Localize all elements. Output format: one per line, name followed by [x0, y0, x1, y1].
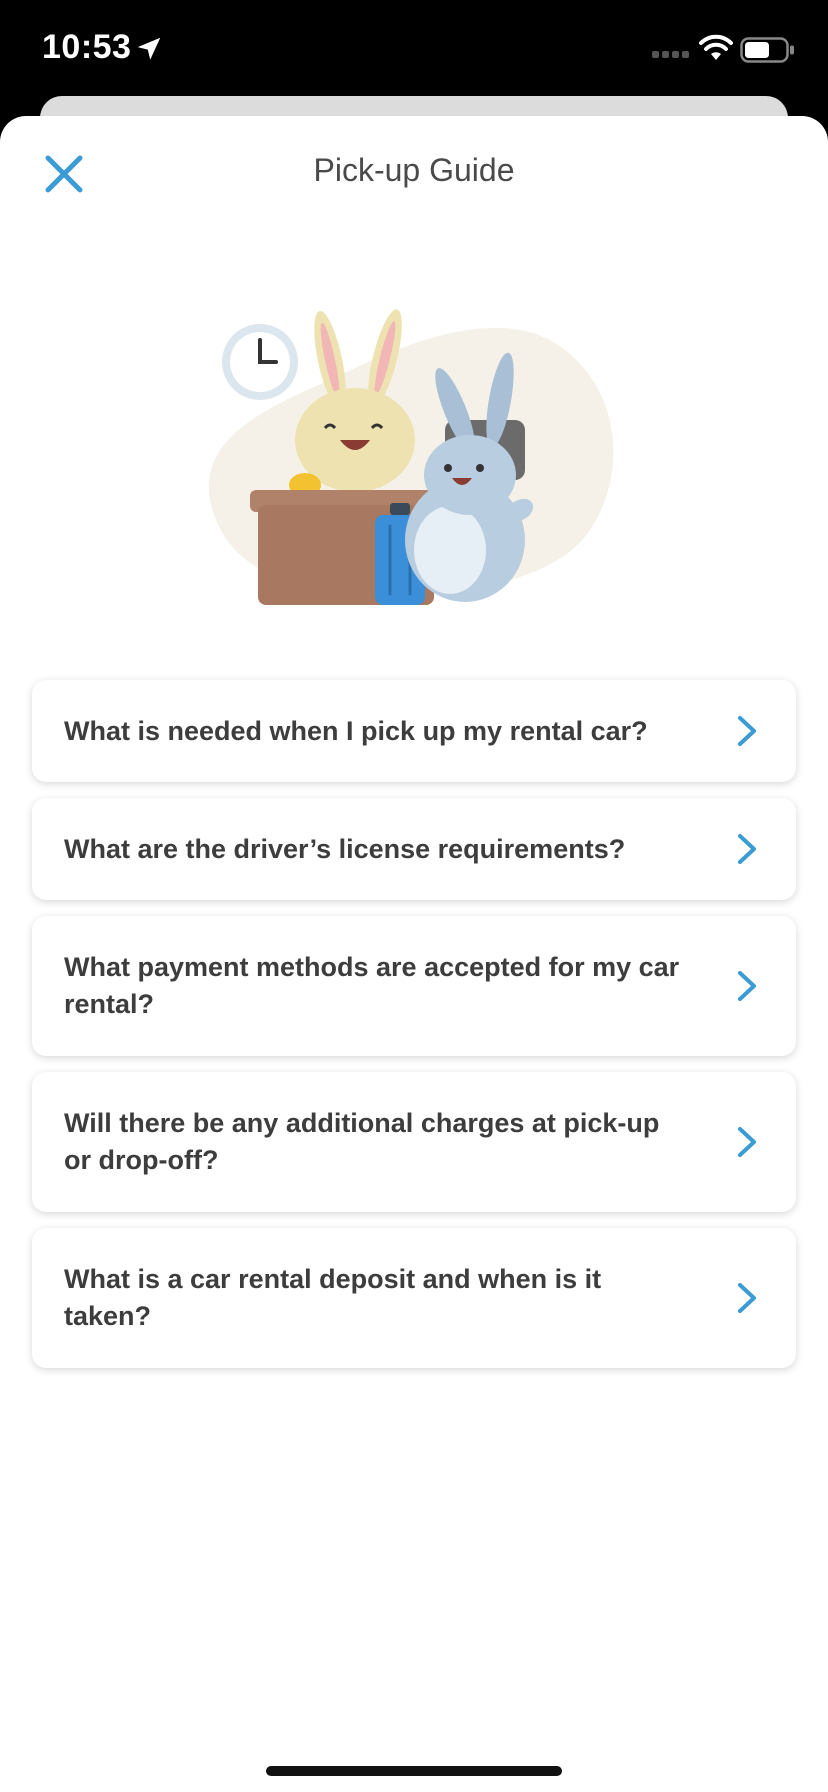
faq-question: What payment methods are accepted for my…: [64, 952, 680, 1019]
faq-item-rental-deposit[interactable]: What is a car rental deposit and when is…: [32, 1228, 796, 1368]
page-title: Pick-up Guide: [313, 152, 515, 188]
faq-question: What is a car rental deposit and when is…: [64, 1264, 602, 1331]
chevron-right-icon: [738, 971, 756, 1001]
faq-question: What is needed when I pick up my rental …: [64, 715, 648, 746]
location-arrow-icon: [137, 37, 161, 60]
status-bar: 10:53: [0, 0, 828, 100]
faq-question: Will there be any additional charges at …: [64, 1108, 660, 1175]
home-indicator[interactable]: [266, 1766, 562, 1776]
battery-icon: [740, 37, 794, 63]
faq-item-documents-needed[interactable]: What is needed when I pick up my rental …: [32, 680, 796, 782]
chevron-right-icon: [738, 834, 756, 864]
wifi-icon: [699, 34, 733, 60]
faq-item-license-requirements[interactable]: What are the driver’s license requiremen…: [32, 798, 796, 900]
chevron-right-icon: [738, 1127, 756, 1157]
faq-list: What is needed when I pick up my rental …: [32, 680, 796, 1384]
faq-item-additional-charges[interactable]: Will there be any additional charges at …: [32, 1072, 796, 1212]
faq-question: What are the driver’s license requiremen…: [64, 833, 626, 864]
clock-icon: [222, 324, 298, 400]
faq-item-payment-methods[interactable]: What payment methods are accepted for my…: [32, 916, 796, 1056]
chevron-right-icon: [738, 716, 756, 746]
status-time: 10:53: [42, 28, 132, 66]
cellular-signal-icon: [652, 51, 689, 58]
rabbits-rental-desk-illustration: [208, 309, 614, 605]
chevron-right-icon: [738, 1283, 756, 1313]
